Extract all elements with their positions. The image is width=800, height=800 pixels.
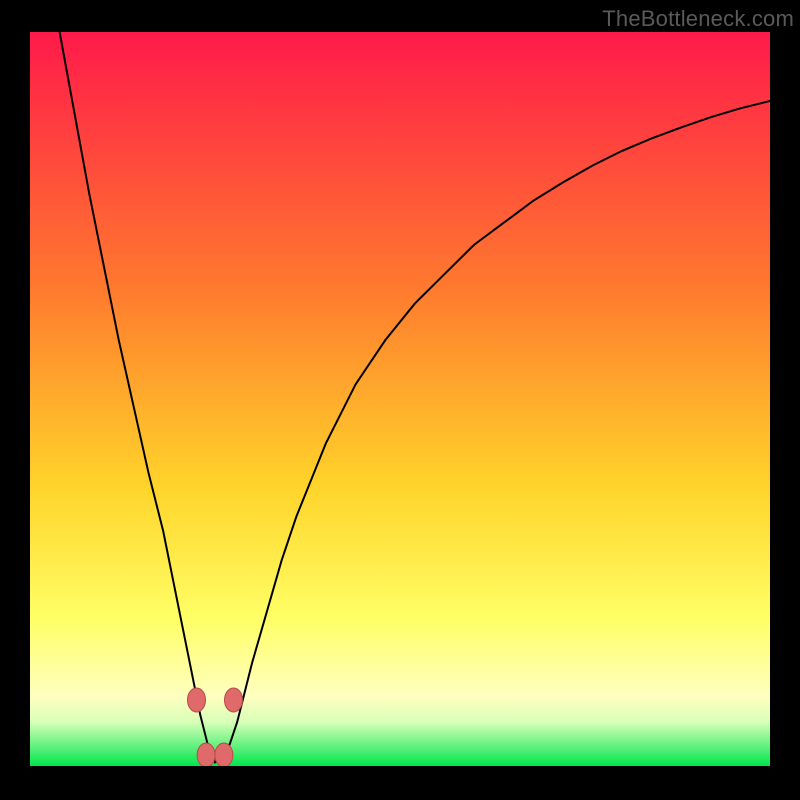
watermark-text: TheBottleneck.com (602, 6, 794, 32)
chart-frame: TheBottleneck.com (0, 0, 800, 800)
gradient-background (30, 32, 770, 766)
plot-area (30, 32, 770, 766)
